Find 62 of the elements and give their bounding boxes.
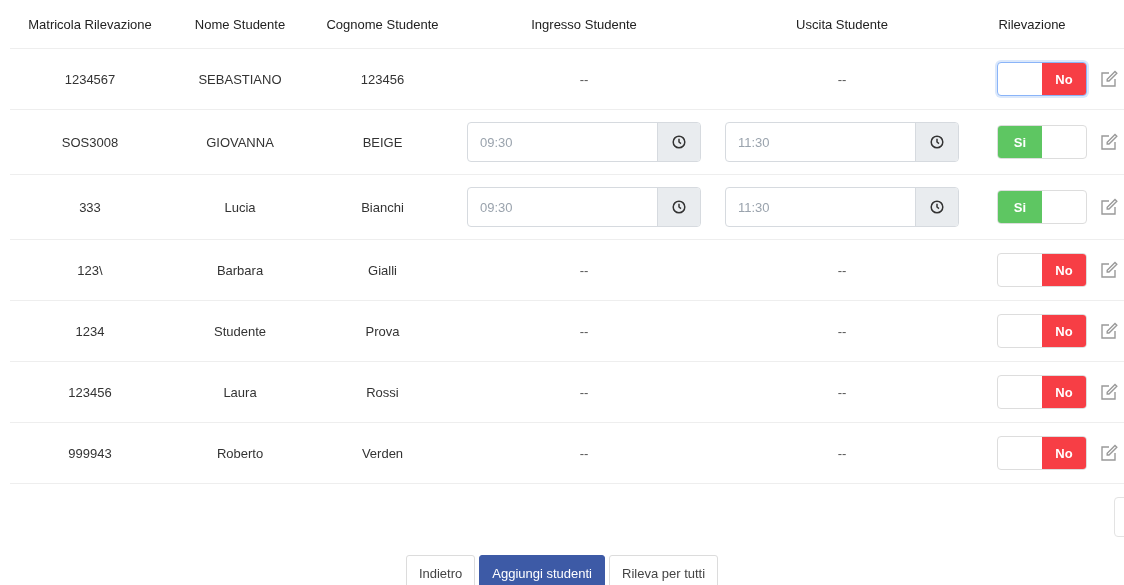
action-button[interactable]: Rileva per tutti [609,555,719,585]
empty-time: -- [579,445,589,461]
presence-toggle[interactable]: No [997,62,1087,96]
table-cell-text: 999943 [67,445,113,461]
presence-toggle[interactable]: No [997,436,1087,470]
table-cell-text: SOS3008 [60,134,120,150]
column-header: Ingresso Studente [530,16,638,32]
table-cell-text: 333 [78,199,102,215]
table-cell-text: Bianchi [360,199,405,215]
presence-toggle[interactable]: No [997,314,1087,348]
table-cell-text: Lucia [223,199,257,215]
column-header: Matricola Rilevazione [27,16,153,32]
empty-time: -- [837,384,847,400]
edit-icon[interactable] [1099,70,1118,88]
column-header: Cognome Studente [325,16,440,32]
time-field[interactable]: 09:30 [467,122,701,162]
clock-icon [672,135,686,149]
table-cell-text: BEIGE [361,134,404,150]
table-cell-text: 1234 [74,323,106,339]
column-header: Rilevazione [997,16,1067,32]
table-cell-text: Gialli [367,262,398,278]
table-cell-text: Studente [212,323,267,339]
empty-time: -- [579,323,589,339]
table-cell-text: Laura [222,384,258,400]
clock-icon [930,200,944,214]
edit-icon[interactable] [1099,383,1118,401]
table-cell-text: Barbara [215,262,265,278]
presence-toggle[interactable]: Si [997,190,1087,224]
table-cell-text: 1234567 [63,71,117,87]
empty-time: -- [837,323,847,339]
clock-icon [930,135,944,149]
empty-time: -- [579,262,589,278]
edit-icon[interactable] [1099,198,1118,216]
action-button[interactable]: Aggiungi studenti [479,555,605,585]
table-cell-text: Verden [360,445,405,461]
action-button[interactable]: Indietro [405,555,476,585]
empty-time: -- [837,71,847,87]
edit-icon[interactable] [1099,133,1118,151]
table-cell-text: Prova [364,323,401,339]
presence-toggle[interactable]: Si [997,125,1087,159]
table-cell-text: GIOVANNA [205,134,275,150]
empty-time: -- [579,384,589,400]
edit-icon[interactable] [1099,322,1118,340]
time-field[interactable]: 09:30 [467,187,701,227]
edit-icon[interactable] [1099,444,1118,462]
time-field[interactable]: 11:30 [725,122,959,162]
empty-time: -- [837,445,847,461]
edit-icon[interactable] [1099,261,1118,279]
table-cell-text: 123456 [67,384,113,400]
column-header: Nome Studente [193,16,287,32]
empty-time: -- [579,71,589,87]
time-field[interactable]: 11:30 [725,187,959,227]
table-cell-text: 123456 [359,71,406,87]
table-cell-text: Rossi [365,384,400,400]
clock-icon [672,200,686,214]
presence-toggle[interactable]: No [997,375,1087,409]
table-cell-text: Roberto [215,445,265,461]
table-cell-text: 123\ [76,262,104,278]
empty-time: -- [837,262,847,278]
table-cell-text: SEBASTIANO [197,71,283,87]
presence-toggle[interactable]: No [997,253,1087,287]
column-header: Uscita Studente [795,16,889,32]
